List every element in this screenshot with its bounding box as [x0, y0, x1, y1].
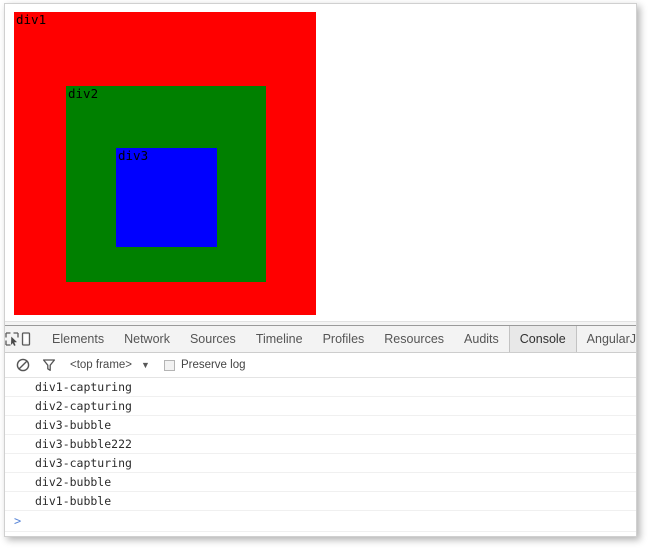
devtools-panel: Elements Network Sources Timeline Profil… [5, 326, 636, 536]
execution-context-selector[interactable]: <top frame> ▼ [70, 359, 150, 371]
chevron-down-icon: ▼ [141, 359, 150, 370]
console-prompt-input[interactable] [27, 511, 636, 531]
console-message: div3-bubble222 [5, 435, 636, 454]
console-message: div1-capturing [5, 378, 636, 397]
div3-label: div3 [118, 148, 149, 163]
console-message-list[interactable]: div1-capturing div2-capturing div3-bubbl… [5, 378, 636, 536]
div2-box[interactable]: div2 div3 [66, 86, 266, 282]
filter-icon[interactable] [36, 354, 62, 376]
console-message: div2-capturing [5, 397, 636, 416]
tab-console[interactable]: Console [508, 326, 577, 352]
preserve-log-checkbox[interactable] [163, 359, 175, 371]
console-message: div3-bubble [5, 416, 636, 435]
tab-network[interactable]: Network [114, 326, 180, 352]
div2-label: div2 [68, 86, 99, 101]
div1-box[interactable]: div1 div2 div3 [14, 12, 316, 315]
preserve-log-toggle[interactable]: Preserve log [163, 359, 246, 371]
div1-label: div1 [16, 12, 47, 27]
console-options-bar: <top frame> ▼ Preserve log [5, 353, 636, 378]
devtools-tabbar: Elements Network Sources Timeline Profil… [5, 326, 636, 353]
console-message: div1-bubble [5, 492, 636, 511]
console-prompt-row[interactable]: > [5, 511, 636, 532]
tab-timeline[interactable]: Timeline [246, 326, 313, 352]
device-mode-icon[interactable] [19, 326, 33, 352]
tab-sources[interactable]: Sources [180, 326, 246, 352]
page-viewport: div1 div2 div3 [5, 4, 636, 321]
tab-profiles[interactable]: Profiles [313, 326, 375, 352]
clear-console-icon[interactable] [10, 354, 36, 376]
browser-window: div1 div2 div3 Elements Network Sources … [4, 3, 637, 537]
prompt-chevron-icon: > [14, 514, 22, 528]
preserve-log-label: Preserve log [180, 359, 246, 371]
inspect-element-icon[interactable] [5, 326, 19, 352]
console-message: div2-bubble [5, 473, 636, 492]
tab-audits[interactable]: Audits [454, 326, 509, 352]
execution-context-value: <top frame> [70, 359, 133, 371]
tab-angularjs[interactable]: AngularJS [577, 326, 636, 352]
tab-resources[interactable]: Resources [374, 326, 454, 352]
div3-box[interactable]: div3 [116, 148, 217, 247]
console-message: div3-capturing [5, 454, 636, 473]
tab-elements[interactable]: Elements [42, 326, 114, 352]
